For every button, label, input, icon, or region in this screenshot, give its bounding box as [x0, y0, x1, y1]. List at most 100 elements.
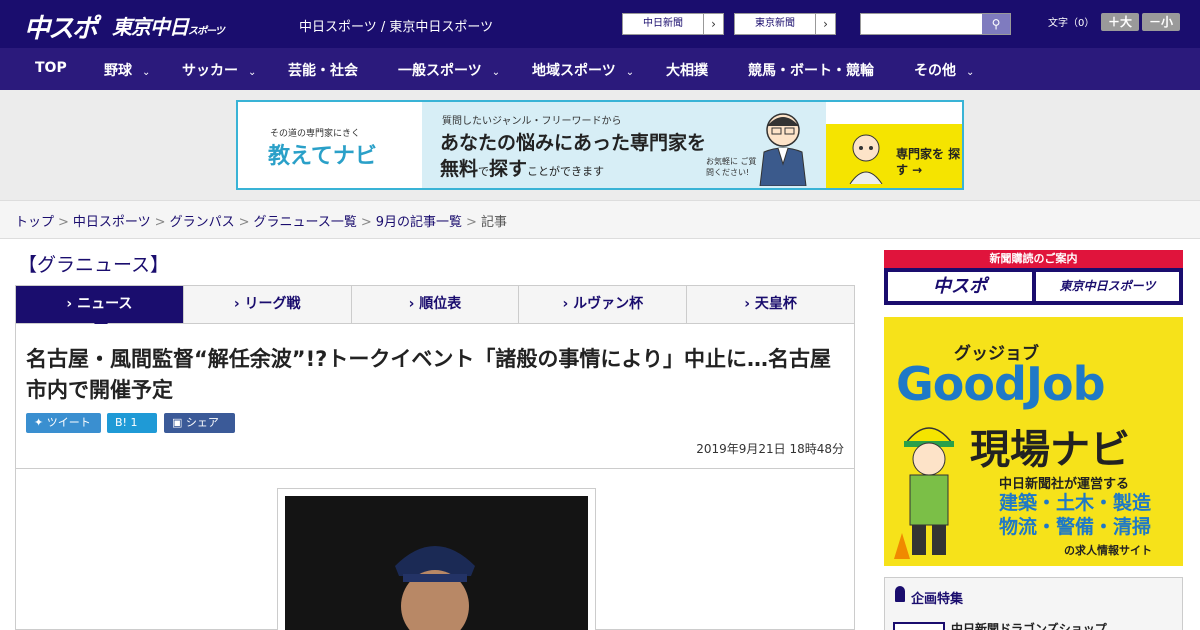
article-photo[interactable] [277, 488, 596, 630]
expert-illustration [759, 113, 807, 186]
nav-item-label: サッカー [182, 63, 238, 79]
nav-item-baseball[interactable]: 野球 ⌄ [104, 60, 150, 80]
tokyo-chunichi-logo-text: 東京中日 [112, 15, 189, 39]
nav-item-label: その他 [914, 63, 956, 79]
subscription-box: 新聞購読のご案内 中スポ 東京中日スポーツ [884, 250, 1183, 305]
ad-line3-d: ことができます [527, 165, 605, 178]
feature-title: 企画特集 [911, 592, 964, 607]
ad-brand: 教えてナビ [268, 144, 377, 169]
nav-item-local-sports[interactable]: 地域スポーツ ⌄ [532, 60, 634, 80]
tweet-label: ツイート [46, 416, 91, 429]
person-illustration [849, 134, 883, 184]
coach-photo [285, 496, 588, 630]
breadcrumb: トップ > 中日スポーツ > グランパス > グラニュース一覧 >9月の記事一覧 > 記事 [0, 200, 1200, 239]
chevron-down-icon: ⌄ [248, 67, 257, 78]
search-input[interactable]: ⚲ [860, 13, 1011, 35]
ad-cta-label: 専門家を 探す → [896, 147, 961, 177]
search-button[interactable]: ⚲ [982, 14, 1010, 34]
font-size-label: 文字（0） [1048, 18, 1095, 29]
feature-thumbnail[interactable] [893, 622, 945, 630]
facebook-icon: ▣ [172, 416, 186, 429]
subscribe-tokyo-button[interactable]: 東京中日スポーツ [1036, 272, 1179, 301]
breadcrumb-separator: > [466, 215, 477, 230]
feature-item-link[interactable]: 中日新聞ドラゴンズショップ [951, 620, 1107, 630]
worker-illustration [894, 427, 954, 559]
nav-item-label: 競馬・ボート・競輪 [748, 63, 874, 79]
tab-news[interactable]: › ニュース [16, 286, 184, 331]
nav-item-label: 一般スポーツ [398, 63, 482, 79]
font-smaller-button[interactable]: －小 [1142, 13, 1180, 31]
nav-item-soccer[interactable]: サッカー ⌄ [182, 60, 256, 80]
goodjob-site-label: の求人情報サイト [1064, 544, 1152, 557]
tokyo-shimbun-link[interactable]: 東京新聞 › [734, 13, 836, 35]
oshiete-navi-ad[interactable]: その道の専門家にきく 教えてナビ 質問したいジャンル・フリーワードから あなたの… [236, 100, 964, 190]
breadcrumb-grampus[interactable]: グランパス [170, 215, 235, 230]
hatena-bookmark-button[interactable]: B! 1 [107, 413, 157, 433]
nav-item-entertainment[interactable]: 芸能・社会 [288, 60, 358, 80]
nav-item-sumo[interactable]: 大相撲 [666, 60, 708, 80]
tab-emperors-cup[interactable]: › 天皇杯 [687, 286, 854, 323]
chunichi-shimbun-label: 中日新聞 [643, 18, 683, 29]
tab-levain-cup[interactable]: › ルヴァン杯 [519, 286, 688, 323]
breadcrumb-separator: > [360, 215, 372, 230]
chevron-down-icon: ⌄ [625, 67, 635, 78]
ad-message-area: 質問したいジャンル・フリーワードから あなたの悩みにあった専門家を 無料で探すこ… [422, 102, 826, 188]
goodjob-category: 建築・土木・製造 [999, 492, 1152, 514]
section-title: 【グラニュース】 [18, 254, 170, 276]
breadcrumb-current: 記事 [480, 215, 507, 230]
chunichi-shimbun-link[interactable]: 中日新聞 › [622, 13, 724, 35]
subscribe-chunichi-button[interactable]: 中スポ [888, 272, 1032, 301]
breadcrumb-chunichi-sports[interactable]: 中日スポーツ [73, 215, 151, 230]
nav-item-label: 芸能・社会 [288, 63, 358, 79]
feature-box: 企画特集 中日新聞ドラゴンズショップ [884, 577, 1183, 630]
ad-cta[interactable]: 専門家を 探す → [826, 124, 962, 188]
goodjob-ad[interactable]: グッジョブ GoodJob 現場ナビ 中日新聞社が運営する 建築・土木・製造 物… [884, 317, 1183, 566]
ad-line2: あなたの悩みにあった専門家を [440, 132, 707, 154]
breadcrumb-news-list[interactable]: グラニュース一覧 [254, 215, 357, 230]
ad-line3-c: 探す [489, 158, 528, 180]
site-links[interactable]: 中日スポーツ / 東京中日スポーツ [299, 16, 493, 35]
nav-item-label: 野球 [104, 63, 132, 79]
nav-item-label: TOP [35, 60, 67, 76]
ad-note: お気軽に ご質問ください! [706, 157, 757, 177]
font-larger-button[interactable]: ＋大 [1101, 13, 1139, 31]
facebook-share-button[interactable]: ▣ シェア 2 [164, 413, 235, 449]
goodjob-categories: 建築・土木・製造 物流・警備・清掃 [999, 491, 1151, 539]
top-header: 中スポ 東京中日スポーツ 中日スポーツ / 東京中日スポーツ 中日新聞 › 東京… [0, 0, 1200, 48]
ad-line3-a: 無料 [440, 158, 479, 180]
breadcrumb-separator: > [238, 215, 250, 230]
goodjob-title: GoodJob [896, 357, 1106, 411]
nav-item-top[interactable]: TOP [35, 60, 67, 76]
ad-line1: 質問したいジャンル・フリーワードから [442, 116, 622, 127]
goodjob-subtitle: 中日新聞社が運営する [999, 477, 1130, 492]
article-headline: 名古屋・風間監督“解任余波”!?トークイベント「諸般の事情により」中止に…名古屋… [26, 347, 831, 402]
photo-image [285, 496, 588, 630]
nav-item-racing[interactable]: 競馬・ボート・競輪 [748, 60, 874, 80]
breadcrumb-separator: > [154, 215, 166, 230]
main-nav: TOP 野球 ⌄ サッカー ⌄ 芸能・社会 一般スポーツ ⌄ 地域スポーツ ⌄ 大相撲 … [0, 48, 1200, 90]
article-date: 2019年9月21日 18時48分 [696, 442, 844, 456]
tab-standings[interactable]: › 順位表 [352, 286, 520, 323]
tokyo-shimbun-label: 東京新聞 [755, 18, 795, 29]
breadcrumb-month-list[interactable]: 9月の記事一覧 [376, 215, 462, 230]
chevron-down-icon: ⌄ [966, 67, 975, 78]
search-icon: ⚲ [991, 17, 1001, 31]
chevron-right-icon: › [815, 14, 835, 34]
section-tabs: › ニュース › リーグ戦 › 順位表 › ルヴァン杯 › 天皇杯 [15, 285, 855, 331]
goodjob-category: 物流・警備・清掃 [999, 516, 1152, 538]
divider [16, 468, 854, 469]
tweet-button[interactable]: ✦ ツイート [26, 413, 101, 433]
goodjob-navi: 現場ナビ [970, 427, 1130, 473]
subscription-header: 新聞購読のご案内 [884, 250, 1183, 268]
breadcrumb-top[interactable]: トップ [15, 215, 54, 230]
nav-item-other[interactable]: その他 ⌄ [914, 60, 974, 80]
tokyo-chunichi-logo[interactable]: 東京中日スポーツ [112, 11, 225, 40]
article: 名古屋・風間監督“解任余波”!?トークイベント「諸般の事情により」中止に…名古屋… [15, 324, 855, 630]
nav-item-general-sports[interactable]: 一般スポーツ ⌄ [398, 60, 500, 80]
ad-zone: その道の専門家にきく 教えてナビ 質問したいジャンル・フリーワードから あなたの… [0, 90, 1200, 200]
nav-item-label: 大相撲 [666, 63, 708, 79]
nav-item-label: 地域スポーツ [532, 63, 616, 79]
tab-league[interactable]: › リーグ戦 [184, 286, 352, 323]
chunichi-sports-logo[interactable]: 中スポ [24, 8, 98, 45]
pin-icon [895, 586, 905, 602]
